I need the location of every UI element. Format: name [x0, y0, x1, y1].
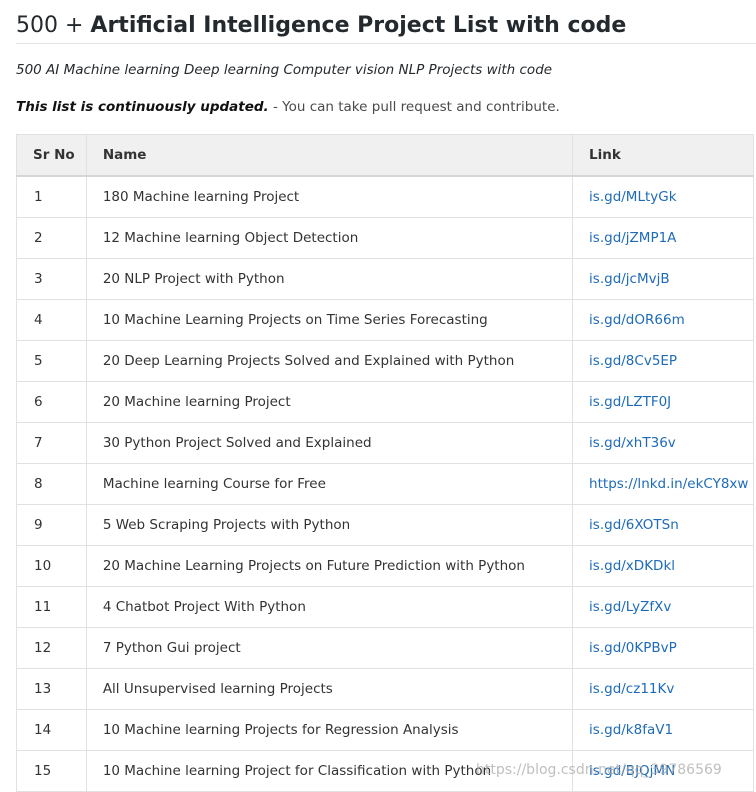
table-row: 2 12 Machine learning Object Detection is.…: [16, 217, 754, 259]
project-link-cell: is.gd/LZTF0J: [572, 381, 754, 423]
table-row: 6 20 Machine learning Project is.gd/LZTF0J: [16, 381, 754, 423]
project-name: 7 Python Gui project: [85, 627, 574, 669]
project-name: 10 Machine Learning Projects on Time Ser…: [85, 299, 574, 341]
project-link[interactable]: is.gd/MLtyGk: [589, 189, 677, 205]
row-number: 2: [16, 217, 87, 259]
row-number: 3: [16, 258, 87, 300]
project-name: 10 Machine learning Project for Classifi…: [85, 750, 574, 792]
subtitle: 500 AI Machine learning Deep learning Co…: [16, 62, 553, 78]
project-name: 12 Machine learning Object Detection: [85, 217, 574, 259]
row-number: 4: [16, 299, 87, 341]
project-link[interactable]: is.gd/jZMP1A: [589, 230, 676, 246]
row-number: 1: [16, 175, 87, 218]
title-strong: Artificial Intelligence Project List wit…: [90, 13, 627, 38]
project-link[interactable]: is.gd/jcMvjB: [589, 271, 670, 287]
project-link-cell: is.gd/8Cv5EP: [572, 340, 754, 382]
table-row: 13 All Unsupervised learning Projects is.g…: [16, 668, 754, 710]
row-number: 7: [16, 422, 87, 464]
header-name: Name: [85, 134, 574, 177]
project-link-cell: is.gd/xDKDkl: [572, 545, 754, 587]
row-number: 14: [16, 709, 87, 751]
update-notice: This list is continuously updated. - You…: [16, 99, 560, 115]
project-name: 30 Python Project Solved and Explained: [85, 422, 574, 464]
project-table: Sr No Name Link 1 180 Machine learning Pr…: [16, 134, 754, 792]
project-link[interactable]: is.gd/xhT36v: [589, 435, 676, 451]
table-row: 8 Machine learning Course for Free https:/…: [16, 463, 754, 505]
table-row: 10 20 Machine Learning Projects on Future…: [16, 545, 754, 587]
notice-text: - You can take pull request and contribu…: [268, 99, 560, 115]
project-link-cell: is.gd/MLtyGk: [572, 175, 754, 218]
table-row: 11 4 Chatbot Project With Python is.gd/LyZ…: [16, 586, 754, 628]
row-number: 6: [16, 381, 87, 423]
project-name: 20 Machine Learning Projects on Future P…: [85, 545, 574, 587]
project-name: 20 Machine learning Project: [85, 381, 574, 423]
table-row: 4 10 Machine Learning Projects on Time Se…: [16, 299, 754, 341]
project-link[interactable]: is.gd/LyZfXv: [589, 599, 671, 615]
header-sr-no: Sr No: [16, 134, 87, 177]
project-link[interactable]: is.gd/LZTF0J: [589, 394, 671, 410]
project-link[interactable]: is.gd/cz11Kv: [589, 681, 674, 697]
project-link[interactable]: is.gd/8Cv5EP: [589, 353, 677, 369]
table-row: 1 180 Machine learning Project is.gd/MLtyG…: [16, 175, 754, 218]
table-header-row: Sr No Name Link: [16, 134, 754, 177]
table-row: 12 7 Python Gui project is.gd/0KPBvP: [16, 627, 754, 669]
article-content: 500 + Artificial Intelligence Project Li…: [16, 0, 756, 792]
table-row: 5 20 Deep Learning Projects Solved and Ex…: [16, 340, 754, 382]
project-link[interactable]: is.gd/0KPBvP: [589, 640, 677, 656]
table-row: 7 30 Python Project Solved and Explained i…: [16, 422, 754, 464]
table-row: 3 20 NLP Project with Python is.gd/jcMvjB: [16, 258, 754, 300]
project-link-cell: is.gd/jZMP1A: [572, 217, 754, 259]
project-name: 10 Machine learning Projects for Regress…: [85, 709, 574, 751]
project-link[interactable]: is.gd/6XOTSn: [589, 517, 679, 533]
row-number: 15: [16, 750, 87, 792]
project-name: 4 Chatbot Project With Python: [85, 586, 574, 628]
row-number: 13: [16, 668, 87, 710]
row-number: 5: [16, 340, 87, 382]
table-row: 14 10 Machine learning Projects for Regre…: [16, 709, 754, 751]
project-link-cell: is.gd/BJQjMN: [572, 750, 754, 792]
row-number: 11: [16, 586, 87, 628]
project-name: All Unsupervised learning Projects: [85, 668, 574, 710]
table-row: 95 Web Scraping Projects with Python is.g…: [16, 504, 754, 546]
project-link-cell: is.gd/xhT36v: [572, 422, 754, 464]
project-link[interactable]: is.gd/xDKDkl: [589, 558, 675, 574]
project-name: 5 Web Scraping Projects with Python: [85, 504, 574, 546]
project-name: 20 Deep Learning Projects Solved and Exp…: [85, 340, 574, 382]
project-link-cell: is.gd/6XOTSn: [572, 504, 754, 546]
table-row: 15 10 Machine learning Project for Classi…: [16, 750, 754, 792]
project-name: Machine learning Course for Free: [85, 463, 574, 505]
project-link-cell: is.gd/cz11Kv: [572, 668, 754, 710]
project-link[interactable]: is.gd/k8faV1: [589, 722, 673, 738]
project-link-cell: https://lnkd.in/ekCY8xw: [572, 463, 754, 505]
project-name: 20 NLP Project with Python: [85, 258, 574, 300]
header-link: Link: [572, 134, 754, 177]
row-number: 12: [16, 627, 87, 669]
project-link[interactable]: is.gd/dOR66m: [589, 312, 685, 328]
project-link-cell: is.gd/0KPBvP: [572, 627, 754, 669]
page-title: 500 + Artificial Intelligence Project Li…: [16, 0, 756, 44]
project-link[interactable]: https://lnkd.in/ekCY8xw: [589, 476, 748, 492]
row-number: 8: [16, 463, 87, 505]
notice-bold: This list is continuously updated.: [16, 99, 269, 115]
project-link-cell: is.gd/jcMvjB: [572, 258, 754, 300]
project-link-cell: is.gd/LyZfXv: [572, 586, 754, 628]
project-name: 180 Machine learning Project: [85, 175, 574, 218]
project-link[interactable]: is.gd/BJQjMN: [589, 763, 675, 779]
title-prefix: 500 +: [16, 13, 91, 38]
project-link-cell: is.gd/k8faV1: [572, 709, 754, 751]
project-link-cell: is.gd/dOR66m: [572, 299, 754, 341]
row-number: 9: [16, 504, 87, 546]
row-number: 10: [16, 545, 87, 587]
